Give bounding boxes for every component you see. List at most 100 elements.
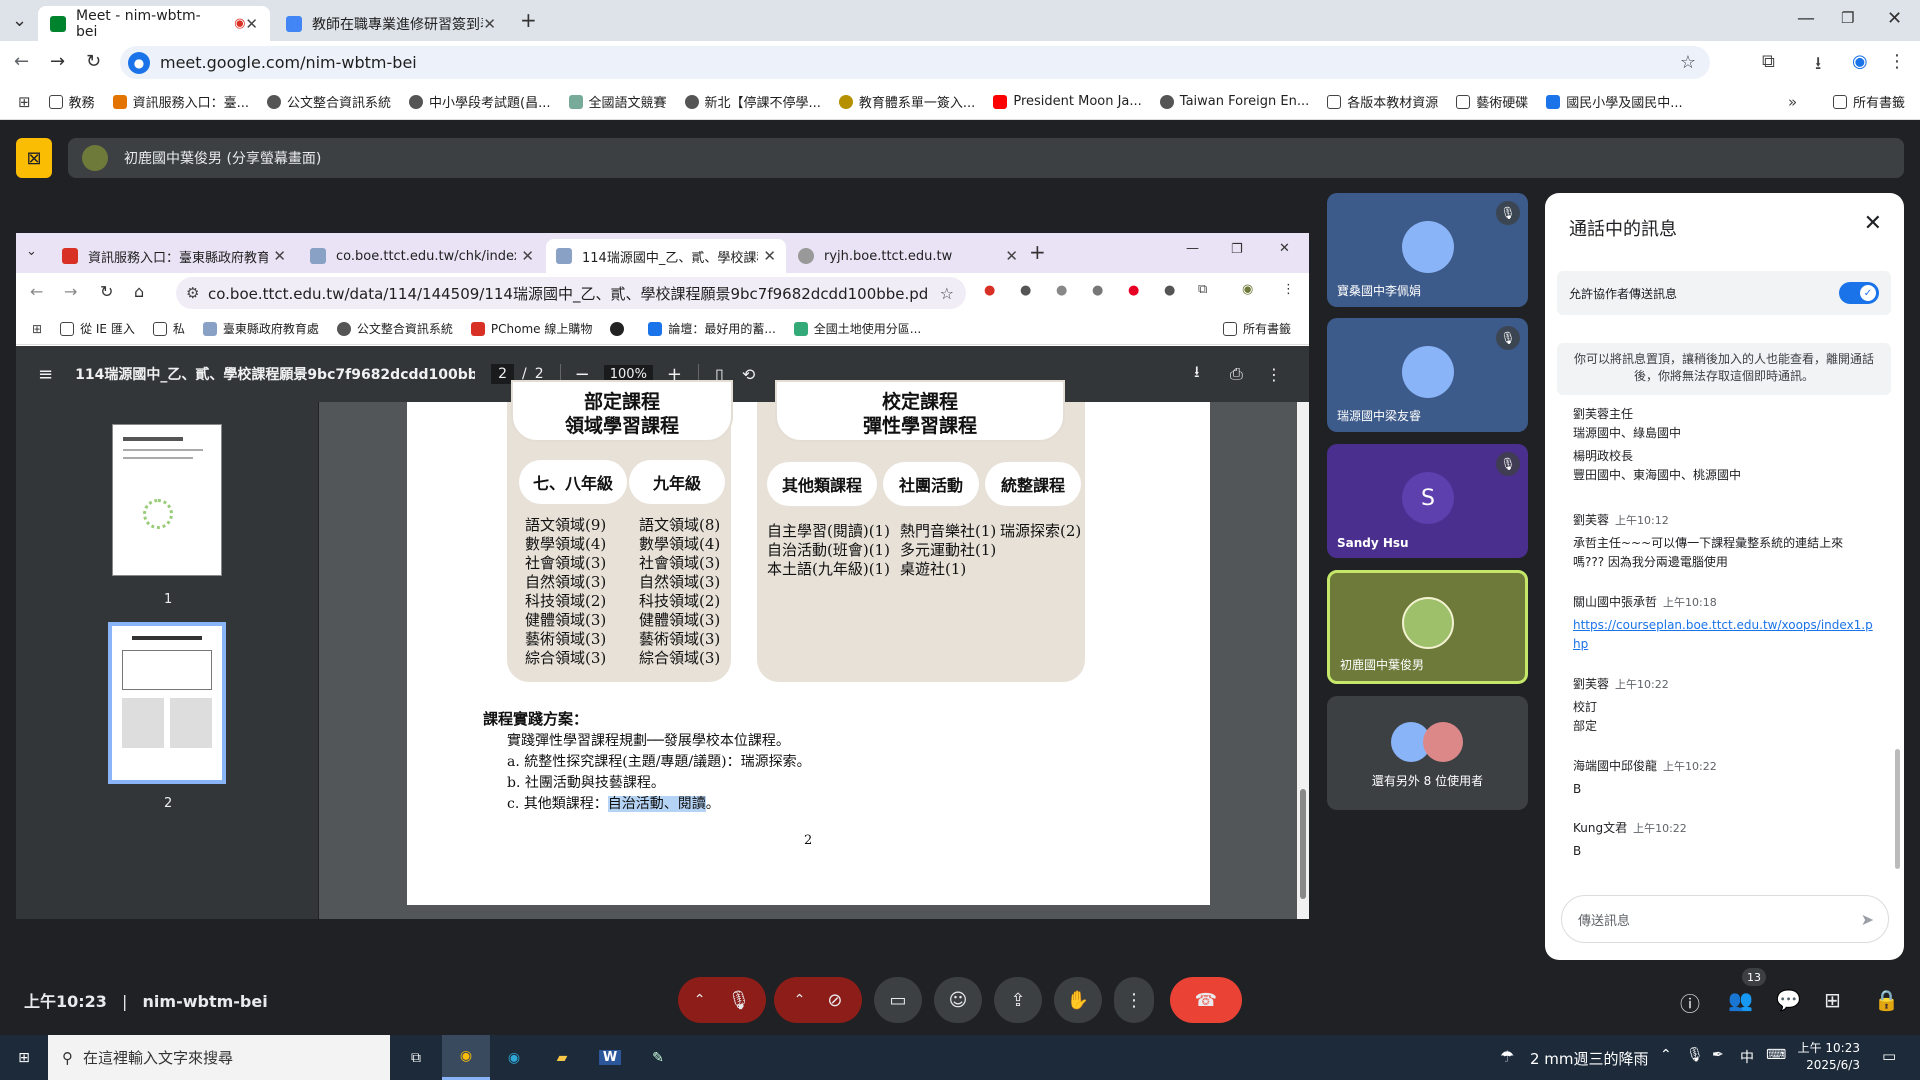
outer-tab-form[interactable]: 教師在職專業進修研習簽到表.c ✕ [274, 6, 508, 41]
file-explorer-icon[interactable]: ▰ [538, 1035, 586, 1080]
rotate-icon[interactable]: ⟲ [742, 365, 755, 384]
host-controls-icon[interactable]: 🔒 [1874, 988, 1899, 1012]
bookmark-item[interactable]: 公文整合資訊系統 [267, 92, 391, 111]
pdf-viewport[interactable]: 部定課程 領域學習課程 校定課程 彈性學習課程 部定課程 領域學習課程 校定課程… [319, 380, 1309, 919]
bookmark-item[interactable]: 各版本教材資源 [1327, 92, 1438, 111]
participant-tile[interactable]: S 🎙 Sandy Hsu [1327, 444, 1528, 558]
weather-text[interactable]: 2 mm週三的降雨 [1530, 1048, 1649, 1069]
extension-icon[interactable]: ● [1056, 283, 1067, 298]
home-icon[interactable]: ⌂ [134, 282, 144, 301]
reload-icon[interactable]: ↻ [100, 282, 113, 301]
inner-tab-active[interactable]: 114瑞源國中_乙、貳、學校課程 ✕ [546, 239, 786, 273]
inner-tab[interactable]: ryjh.boe.ttct.edu.tw ✕ [788, 239, 1028, 273]
new-tab-icon[interactable]: + [520, 8, 537, 32]
present-button[interactable]: ⇪ [994, 977, 1042, 1023]
inner-tab[interactable]: co.boe.ttct.edu.tw/chk/index. ✕ [300, 239, 544, 273]
mic-tray-icon[interactable]: 🎙 [1686, 1047, 1704, 1063]
camera-toggle-button[interactable]: ⌃ ⊘ [774, 977, 862, 1023]
new-tab-icon[interactable]: + [1029, 240, 1046, 264]
ime-indicator[interactable]: 中 [1740, 1047, 1754, 1067]
pdf-scrollbar[interactable] [1297, 402, 1309, 919]
profile-icon[interactable]: ◉ [1852, 51, 1868, 72]
captions-button[interactable]: ▭ [874, 977, 922, 1023]
menu-icon[interactable]: ⋮ [1282, 282, 1295, 297]
close-icon[interactable]: ✕ [1005, 247, 1018, 265]
forward-icon[interactable]: → [64, 282, 77, 301]
extension-icon[interactable]: ● [1092, 283, 1103, 298]
bookmark-item[interactable]: 藝術硬碟 [1456, 92, 1528, 111]
chevron-up-icon[interactable]: ⌃ [694, 992, 706, 1008]
bookmark-item[interactable]: 公文整合資訊系統 [336, 320, 453, 337]
bookmark-item[interactable]: 新北【停課不停學... [684, 92, 821, 111]
window-close-icon[interactable]: ✕ [1279, 241, 1290, 256]
bookmark-item[interactable]: PChome 線上購物 [470, 320, 592, 337]
close-icon[interactable]: ✕ [245, 15, 258, 33]
close-icon[interactable]: ✕ [763, 247, 776, 265]
raise-hand-button[interactable]: ✋ [1054, 977, 1102, 1023]
participant-tile-others[interactable]: 還有另外 8 位使用者 [1327, 696, 1528, 810]
chat-icon[interactable]: 💬 [1776, 988, 1801, 1012]
chat-link[interactable]: https://courseplan.boe.ttct.edu.tw/xoops… [1573, 616, 1873, 654]
activities-icon[interactable]: ⊞ [1824, 988, 1841, 1012]
tray-chevron-icon[interactable]: ⌃ [1660, 1047, 1672, 1063]
apps-grid-icon[interactable]: ⊞ [32, 322, 42, 336]
bookmark-item[interactable] [610, 321, 630, 336]
minimize-icon[interactable]: — [1797, 8, 1815, 29]
notification-icon[interactable]: ▭ [1882, 1047, 1896, 1065]
bookmark-item[interactable]: 全國土地使用分區... [793, 320, 921, 337]
scrollbar-thumb[interactable] [1300, 789, 1306, 899]
menu-icon[interactable]: ⋮ [1888, 51, 1906, 72]
reload-icon[interactable]: ↻ [86, 51, 101, 72]
bookmark-star-icon[interactable]: ☆ [1680, 52, 1696, 73]
taskbar-search[interactable]: ⚲ 在這裡輸入文字來搜尋 [48, 1035, 390, 1080]
print-icon[interactable]: ⎙ [1230, 364, 1243, 384]
bookmark-item[interactable]: 臺東縣政府教育處 [202, 320, 319, 337]
reactions-button[interactable]: ☺ [934, 977, 982, 1023]
edge-icon[interactable]: ◉ [490, 1035, 538, 1080]
bookmark-item[interactable]: President Moon Ja... [993, 94, 1142, 109]
tab-search-icon[interactable]: ⌄ [12, 10, 27, 31]
restore-icon[interactable]: ❐ [1231, 242, 1243, 257]
apps-grid-icon[interactable]: ⊞ [18, 93, 31, 111]
allow-toggle[interactable]: ✓ [1839, 282, 1879, 304]
bookmark-star-icon[interactable]: ☆ [940, 284, 954, 303]
participant-tile-speaking[interactable]: 初鹿國中葉俊男 [1327, 570, 1528, 684]
download-icon[interactable]: ⭳ [1194, 361, 1200, 388]
extension-icon[interactable]: ● [984, 283, 995, 298]
extensions-icon[interactable]: ⧉ [1198, 282, 1207, 297]
task-view-icon[interactable]: ⧉ [392, 1035, 440, 1080]
bookmark-item[interactable]: 從 IE 匯入 [60, 320, 135, 337]
page-thumbnail-2[interactable] [108, 622, 226, 784]
inner-tab[interactable]: 資訊服務入口：臺東縣政府教育 ✕ [52, 239, 296, 273]
chrome-icon[interactable]: ◉ [442, 1035, 490, 1080]
all-bookmarks[interactable]: 所有書籤 [1833, 92, 1905, 111]
send-icon[interactable]: ➤ [1861, 910, 1874, 929]
pen-icon[interactable]: ✒ [1712, 1047, 1724, 1063]
inner-address-bar[interactable]: ⚙ co.boe.ttct.edu.tw/data/114/144509/114… [176, 277, 966, 309]
more-options-button[interactable]: ⋮ [1114, 977, 1154, 1023]
mic-toggle-button[interactable]: ⌃ 🎙 [678, 977, 766, 1023]
info-icon[interactable]: ⓘ [1680, 988, 1700, 1017]
outer-tab-meet[interactable]: Meet - nim-wbtm-bei ◉ ✕ [38, 6, 270, 41]
weather-icon[interactable]: ☂ [1500, 1047, 1514, 1066]
bookmark-item[interactable]: 國民小學及國民中... [1546, 92, 1683, 111]
chevron-up-icon[interactable]: ⌃ [794, 992, 806, 1008]
close-icon[interactable]: ✕ [521, 247, 534, 265]
restore-icon[interactable]: ❐ [1841, 9, 1854, 27]
bookmark-item[interactable]: 中小學段考試題(昌... [409, 92, 551, 111]
tab-search-icon[interactable]: ⌄ [26, 244, 37, 259]
bookmark-item[interactable]: 教育體系單一簽入... [838, 92, 975, 111]
close-icon[interactable]: ✕ [483, 15, 496, 33]
all-bookmarks[interactable]: 所有書籤 [1223, 320, 1291, 337]
minimize-icon[interactable]: — [1186, 241, 1199, 256]
extension-icon[interactable]: ● [1020, 283, 1031, 298]
pinterest-icon[interactable]: ● [1128, 283, 1139, 298]
window-close-icon[interactable]: ✕ [1887, 8, 1902, 29]
taskbar-clock[interactable]: 上午 10:23 2025/6/3 [1796, 1040, 1860, 1074]
download-icon[interactable]: ⭳ [1815, 51, 1821, 81]
more-bookmarks-icon[interactable]: » [1788, 93, 1797, 111]
people-icon[interactable]: 👥 [1728, 988, 1753, 1012]
bookmark-item[interactable]: Taiwan Foreign En... [1159, 94, 1309, 109]
close-icon[interactable]: ✕ [1864, 211, 1882, 236]
participant-tile[interactable]: 🎙 瑞源國中梁友睿 [1327, 318, 1528, 432]
